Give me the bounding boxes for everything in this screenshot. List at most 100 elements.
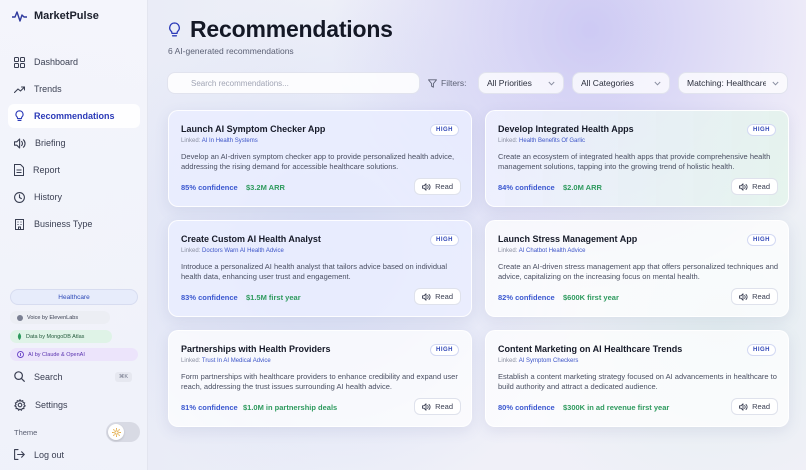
recommendation-card[interactable]: Content Marketing on AI Healthcare Trend…: [485, 330, 789, 427]
filters-text: Filters:: [441, 78, 467, 88]
priority-badge: HIGH: [430, 124, 459, 136]
matching-select[interactable]: Matching: Healthcare: [678, 72, 788, 94]
linked-prefix: Linked:: [498, 358, 518, 364]
voice-icon: [17, 314, 23, 321]
value-estimate: $1.0M in partnership deals: [243, 403, 338, 412]
voice-credit: Voice by ElevenLabs: [10, 311, 110, 324]
priority-select[interactable]: All Priorities: [478, 72, 564, 94]
pulse-logo-icon: [12, 11, 27, 22]
card-description: Develop an AI-driven symptom checker app…: [181, 152, 455, 171]
value-estimate: $300K in ad revenue first year: [563, 403, 670, 412]
confidence-label: 83% confidence: [181, 293, 238, 302]
recommendation-card[interactable]: Partnerships with Health Providers HIGH …: [168, 330, 472, 427]
ai-credit-label: AI by Claude & OpenAI: [28, 351, 85, 358]
read-button[interactable]: Read: [414, 398, 461, 415]
chevron-down-icon: [654, 81, 661, 86]
confidence-label: 85% confidence: [181, 183, 238, 192]
sidebar-item-label: Trends: [34, 84, 62, 94]
brand[interactable]: MarketPulse: [12, 10, 99, 22]
read-button[interactable]: Read: [731, 178, 778, 195]
read-label: Read: [752, 402, 770, 411]
read-button[interactable]: Read: [414, 288, 461, 305]
card-title: Develop Integrated Health Apps: [498, 124, 634, 134]
speaker-icon: [422, 292, 431, 301]
sidebar-item-recommendations[interactable]: Recommendations: [8, 104, 140, 128]
voice-credit-label: Voice by ElevenLabs: [27, 314, 79, 321]
linked-trend-link[interactable]: Trust In AI Medical Advice: [202, 358, 271, 364]
theme-row: Theme: [14, 421, 140, 443]
building-icon: [15, 218, 24, 230]
category-select[interactable]: All Categories: [572, 72, 670, 94]
read-label: Read: [752, 292, 770, 301]
card-description: Create an ecosystem of integrated health…: [498, 152, 771, 171]
linked-trend-link[interactable]: AI In Health Systems: [202, 138, 258, 144]
sidebar-item-briefing[interactable]: Briefing: [8, 131, 140, 155]
search-label: Search: [34, 371, 63, 382]
linked-prefix: Linked:: [498, 248, 518, 254]
sidebar-logout[interactable]: Log out: [14, 449, 64, 460]
recommendation-card[interactable]: Develop Integrated Health Apps HIGH Link…: [485, 110, 789, 207]
card-title: Create Custom AI Health Analyst: [181, 234, 321, 244]
linked-trend-link[interactable]: Doctors Warn AI Health Advice: [202, 248, 284, 254]
sidebar-settings[interactable]: Settings: [14, 399, 68, 411]
read-label: Read: [752, 182, 770, 191]
mongodb-credit-label: Data by MongoDB Atlas: [26, 333, 85, 340]
read-label: Read: [435, 182, 453, 191]
confidence-label: 81% confidence: [181, 403, 238, 412]
sidebar-item-business-type[interactable]: Business Type: [8, 212, 140, 236]
search-shortcut: ⌘K: [114, 371, 132, 382]
read-button[interactable]: Read: [731, 288, 778, 305]
card-description: Introduce a personalized AI health analy…: [181, 262, 448, 281]
mongodb-credit: Data by MongoDB Atlas: [10, 330, 112, 343]
read-button[interactable]: Read: [414, 178, 461, 195]
filter-icon: [428, 78, 437, 88]
linked-trend: Linked: Health Benefits Of Garlic: [498, 138, 585, 144]
speaker-icon: [14, 137, 26, 149]
filters-label: Filters:: [428, 78, 467, 88]
read-button[interactable]: Read: [731, 398, 778, 415]
theme-toggle-knob: [108, 424, 124, 440]
grid-icon: [14, 56, 25, 68]
sidebar-item-history[interactable]: History: [8, 185, 140, 209]
value-estimate: $1.5M first year: [246, 293, 301, 302]
speaker-icon: [739, 292, 748, 301]
recommendation-card[interactable]: Launch Stress Management App HIGH Linked…: [485, 220, 789, 317]
linked-prefix: Linked:: [498, 138, 518, 144]
linked-trend: Linked: AI Symptom Checkers: [498, 358, 578, 364]
category-select-value: All Categories: [581, 78, 634, 88]
search-box: [167, 72, 420, 94]
linked-trend-link[interactable]: AI Chatbot Health Advice: [519, 248, 586, 254]
theme-label: Theme: [14, 427, 38, 437]
card-title: Launch Stress Management App: [498, 234, 638, 244]
speaker-icon: [422, 182, 431, 191]
sidebar-item-dashboard[interactable]: Dashboard: [8, 50, 140, 74]
confidence-label: 80% confidence: [498, 403, 555, 412]
industry-badge[interactable]: Healthcare: [10, 289, 138, 305]
sidebar-item-trends[interactable]: Trends: [8, 77, 140, 101]
priority-badge: HIGH: [430, 234, 459, 246]
value-estimate: $600K first year: [563, 293, 619, 302]
theme-toggle[interactable]: [106, 422, 140, 442]
sidebar-item-label: Business Type: [34, 219, 93, 229]
linked-trend: Linked: AI In Health Systems: [181, 138, 258, 144]
lightbulb-icon: [15, 110, 24, 121]
chevron-down-icon: [772, 81, 779, 86]
sidebar-item-label: Recommendations: [34, 111, 115, 121]
recommendation-card[interactable]: Launch AI Symptom Checker App HIGH Linke…: [168, 110, 472, 207]
read-label: Read: [435, 292, 453, 301]
linked-trend: Linked: Doctors Warn AI Health Advice: [181, 248, 284, 254]
sidebar-search[interactable]: Search ⌘K: [14, 371, 132, 382]
logout-icon: [14, 449, 25, 460]
search-input[interactable]: [191, 78, 419, 88]
chevron-down-icon: [548, 81, 555, 86]
linked-trend-link[interactable]: AI Symptom Checkers: [519, 358, 579, 364]
sidebar-item-report[interactable]: Report: [8, 158, 140, 182]
document-icon: [14, 164, 24, 176]
card-title: Partnerships with Health Providers: [181, 344, 331, 354]
page-header: Recommendations: [168, 16, 393, 43]
linked-trend-link[interactable]: Health Benefits Of Garlic: [519, 138, 585, 144]
priority-badge: HIGH: [747, 124, 776, 136]
recommendation-card[interactable]: Create Custom AI Health Analyst HIGH Lin…: [168, 220, 472, 317]
page-title: Recommendations: [190, 16, 393, 42]
priority-badge: HIGH: [747, 234, 776, 246]
